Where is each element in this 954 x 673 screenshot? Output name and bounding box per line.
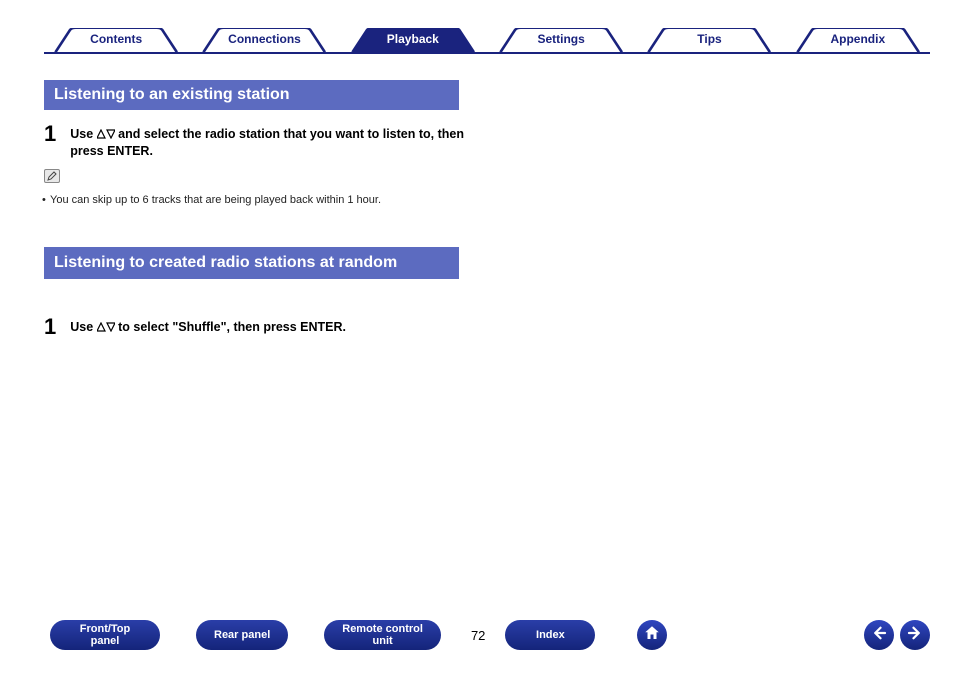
tab-label: Tips [697,32,721,46]
pencil-note-icon [44,169,60,183]
remote-control-button[interactable]: Remote control unit [324,620,441,650]
step-text-after: and select the radio station that you wa… [70,127,464,158]
tab-label: Contents [90,32,142,46]
arrow-left-icon [870,624,888,647]
tab-appendix[interactable]: Appendix [786,28,930,52]
section-heading-random: Listening to created radio stations at r… [44,247,459,279]
tab-settings[interactable]: Settings [489,28,633,52]
step-text-before: Use [70,320,96,334]
step-1-existing: 1 Use and select the radio station that … [44,122,464,159]
next-page-button[interactable] [900,620,930,650]
pill-label: Index [536,629,565,641]
home-icon [643,624,661,647]
section-heading-existing-station: Listening to an existing station [44,80,459,110]
front-top-panel-button[interactable]: Front/Top panel [50,620,160,650]
step-number: 1 [44,122,56,144]
step-text: Use to select "Shuffle", then press ENTE… [70,315,346,336]
prev-page-button[interactable] [864,620,894,650]
step-text-after: to select "Shuffle", then press ENTER. [115,320,346,334]
step-1-random: 1 Use to select "Shuffle", then press EN… [44,315,464,337]
up-down-icon [97,127,115,143]
tab-tips[interactable]: Tips [637,28,781,52]
pill-line1: Remote control [342,623,423,635]
page-arrows [864,620,930,650]
bottom-nav: Front/Top panel Rear panel Remote contro… [50,617,930,653]
step-number: 1 [44,315,56,337]
tab-label: Connections [228,32,301,46]
tab-label: Appendix [830,32,885,46]
pill-line1: Front/Top [80,623,131,635]
home-button[interactable] [637,620,667,650]
page-number: 72 [471,628,485,643]
pill-line2: unit [373,635,393,647]
top-tabs: Contents Connections Playback Settings T… [44,28,930,54]
tab-connections[interactable]: Connections [192,28,336,52]
up-down-icon [97,320,115,336]
arrow-right-icon [906,624,924,647]
tab-label: Playback [387,32,439,46]
step-text-before: Use [70,127,96,141]
step-text: Use and select the radio station that yo… [70,122,464,159]
note-text: You can skip up to 6 tracks that are bei… [50,194,381,206]
index-button[interactable]: Index [505,620,595,650]
tab-playback[interactable]: Playback [341,28,485,52]
tab-contents[interactable]: Contents [44,28,188,52]
rear-panel-button[interactable]: Rear panel [196,620,288,650]
tab-label: Settings [537,32,584,46]
pill-line2: panel [91,635,120,647]
pill-label: Rear panel [214,629,270,641]
